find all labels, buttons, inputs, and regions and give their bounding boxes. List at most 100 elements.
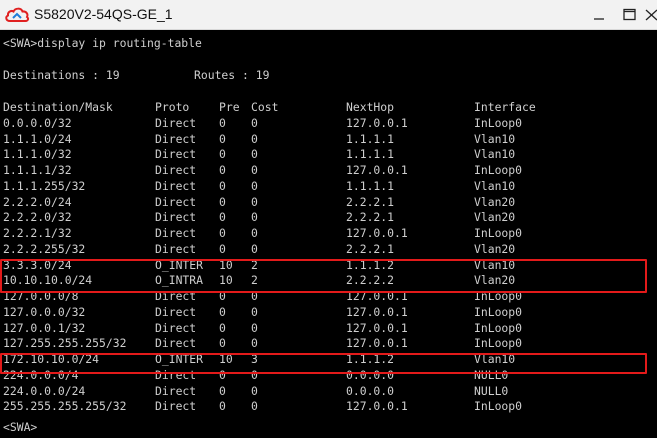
pre-cell: 0 xyxy=(219,210,226,225)
maximize-button[interactable] xyxy=(616,0,642,29)
nexthop-cell: 1.1.1.1 xyxy=(346,178,395,193)
proto-cell: Direct xyxy=(155,210,197,225)
table-row: 127.0.0.1/32 Direct 0 0 127.0.0.1 InLoop0 xyxy=(3,320,643,336)
title-bar: S5820V2-54QS-GE_1 xyxy=(0,0,657,30)
table-row: 1.1.1.0/32 Direct 0 0 1.1.1.1 Vlan10 xyxy=(3,146,643,162)
destination-cell: 127.0.0.0/32 xyxy=(3,304,86,319)
pre-cell: 0 xyxy=(219,226,226,240)
nexthop-cell: 127.0.0.1 xyxy=(346,336,408,351)
proto-cell: Direct xyxy=(155,131,197,146)
highlight-box-ospf-route-172 xyxy=(0,353,647,374)
minimize-button[interactable] xyxy=(586,0,612,29)
destination-cell: 255.255.255.255/32 xyxy=(3,399,127,414)
cost-cell: 0 xyxy=(251,163,258,177)
pre-cell: 0 xyxy=(219,241,226,256)
nexthop-cell: 1.1.1.1 xyxy=(346,131,395,146)
table-row: 224.0.0.0/24 Direct 0 0 0.0.0.0 NULL0 xyxy=(3,383,643,399)
destination-cell: 2.2.2.0/32 xyxy=(3,210,72,225)
table-row: 127.0.0.0/32 Direct 0 0 127.0.0.1 InLoop0 xyxy=(3,304,643,320)
prompt-line: <SWA> xyxy=(3,420,38,434)
cost-cell: 0 xyxy=(251,320,258,335)
table-row: 2.2.2.1/32 Direct 0 0 127.0.0.1 InLoop0 xyxy=(3,225,643,241)
header-destination: Destination/Mask xyxy=(3,100,113,114)
header-cost: Cost xyxy=(251,100,279,114)
nexthop-cell: 0.0.0.0 xyxy=(346,383,395,398)
interface-cell: InLoop0 xyxy=(474,336,523,351)
proto-cell: Direct xyxy=(155,320,197,335)
cost-cell: 0 xyxy=(251,210,258,225)
interface-cell: Vlan10 xyxy=(474,178,516,193)
cloud-icon xyxy=(5,7,30,22)
table-row: 2.2.2.0/32 Direct 0 0 2.2.2.1 Vlan20 xyxy=(3,209,643,225)
table-row: 2.2.2.255/32 Direct 0 0 2.2.2.1 Vlan20 xyxy=(3,241,643,257)
cost-cell: 0 xyxy=(251,336,258,351)
cost-cell: 0 xyxy=(251,383,258,398)
pre-cell: 0 xyxy=(219,131,226,146)
proto-cell: Direct xyxy=(155,304,197,319)
proto-cell: Direct xyxy=(155,383,197,398)
close-button[interactable] xyxy=(643,0,657,29)
table-row: 1.1.1.255/32 Direct 0 0 1.1.1.1 Vlan10 xyxy=(3,178,643,194)
nexthop-cell: 127.0.0.1 xyxy=(346,226,408,240)
interface-cell: Vlan20 xyxy=(474,241,516,256)
interface-cell: InLoop0 xyxy=(474,163,523,177)
pre-cell: 0 xyxy=(219,399,226,414)
interface-cell: InLoop0 xyxy=(474,304,523,319)
header-interface: Interface xyxy=(474,100,536,114)
destination-cell: 127.0.0.1/32 xyxy=(3,320,86,335)
pre-cell: 0 xyxy=(219,320,226,335)
summary-line: Destinations : 19 Routes : 19 xyxy=(3,67,643,83)
destination-cell: 2.2.2.255/32 xyxy=(3,241,86,256)
pre-cell: 0 xyxy=(219,304,226,319)
nexthop-cell: 127.0.0.1 xyxy=(346,320,408,335)
destination-cell: 224.0.0.0/24 xyxy=(3,383,86,398)
interface-cell: Vlan20 xyxy=(474,194,516,209)
cost-cell: 0 xyxy=(251,304,258,319)
interface-cell: NULL0 xyxy=(474,383,509,398)
pre-cell: 0 xyxy=(219,147,226,162)
interface-cell: Vlan10 xyxy=(474,131,516,146)
window-title: S5820V2-54QS-GE_1 xyxy=(34,6,173,22)
cost-cell: 0 xyxy=(251,194,258,209)
nexthop-cell: 127.0.0.1 xyxy=(346,399,408,414)
destination-cell: 2.2.2.1/32 xyxy=(3,226,72,240)
interface-cell: InLoop0 xyxy=(474,399,523,414)
header-pre: Pre xyxy=(219,100,240,114)
nexthop-cell: 1.1.1.1 xyxy=(346,147,395,162)
proto-cell: Direct xyxy=(155,226,197,240)
table-row: 0.0.0.0/32 Direct 0 0 127.0.0.1 InLoop0 xyxy=(3,115,643,131)
command-line: <SWA>display ip routing-table xyxy=(3,36,202,50)
proto-cell: Direct xyxy=(155,147,197,162)
table-row: 255.255.255.255/32 Direct 0 0 127.0.0.1 InLoo… xyxy=(3,398,643,414)
table-row: 127.255.255.255/32 Direct 0 0 127.0.0.1 InLoo… xyxy=(3,335,643,351)
header-nexthop: NextHop xyxy=(346,100,395,114)
table-header: Destination/Mask Proto Pre Cost NextHop Inter… xyxy=(3,99,643,115)
destination-cell: 1.1.1.0/24 xyxy=(3,131,72,146)
interface-cell: InLoop0 xyxy=(474,226,523,240)
destination-cell: 0.0.0.0/32 xyxy=(3,115,72,130)
terminal-output[interactable]: <SWA>display ip routing-table Destinatio… xyxy=(0,30,657,438)
proto-cell: Direct xyxy=(155,336,197,351)
destination-cell: 127.255.255.255/32 xyxy=(3,336,127,351)
proto-cell: Direct xyxy=(155,399,197,414)
pre-cell: 0 xyxy=(219,383,226,398)
table-row: 1.1.1.0/24 Direct 0 0 1.1.1.1 Vlan10 xyxy=(3,131,643,147)
pre-cell: 0 xyxy=(219,178,226,193)
destination-cell: 1.1.1.1/32 xyxy=(3,163,72,177)
proto-cell: Direct xyxy=(155,241,197,256)
table-row: 1.1.1.1/32 Direct 0 0 127.0.0.1 InLoop0 xyxy=(3,162,643,178)
cost-cell: 0 xyxy=(251,115,258,130)
interface-cell: Vlan10 xyxy=(474,147,516,162)
nexthop-cell: 2.2.2.1 xyxy=(346,210,395,225)
nexthop-cell: 127.0.0.1 xyxy=(346,304,408,319)
cost-cell: 0 xyxy=(251,131,258,146)
table-row: 2.2.2.0/24 Direct 0 0 2.2.2.1 Vlan20 xyxy=(3,194,643,210)
header-proto: Proto xyxy=(155,100,190,114)
highlight-box-ospf-routes xyxy=(0,259,647,293)
cost-cell: 0 xyxy=(251,178,258,193)
destinations-count: Destinations : 19 xyxy=(3,68,120,82)
interface-cell: InLoop0 xyxy=(474,115,523,130)
nexthop-cell: 2.2.2.1 xyxy=(346,241,395,256)
cost-cell: 0 xyxy=(251,226,258,240)
destination-cell: 2.2.2.0/24 xyxy=(3,194,72,209)
